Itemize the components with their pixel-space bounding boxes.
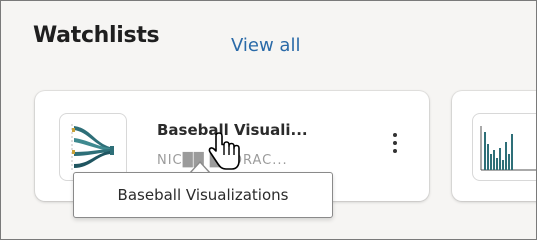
title-tooltip: Baseball Visualizations	[73, 172, 333, 218]
watchlist-thumbnail[interactable]	[59, 113, 127, 181]
hand-pointer-icon	[208, 132, 240, 170]
kebab-menu-icon[interactable]	[389, 133, 401, 159]
bar-chart-icon	[480, 126, 536, 171]
watchlist-card[interactable]	[452, 91, 536, 201]
watchlists-title: Watchlists	[33, 23, 160, 48]
watchlists-panel: Watchlists View all Baseball Visuali... …	[0, 0, 537, 240]
watchlist-thumbnail[interactable]	[472, 113, 536, 181]
view-all-link[interactable]: View all	[231, 35, 300, 56]
sankey-chart-icon	[71, 124, 114, 170]
